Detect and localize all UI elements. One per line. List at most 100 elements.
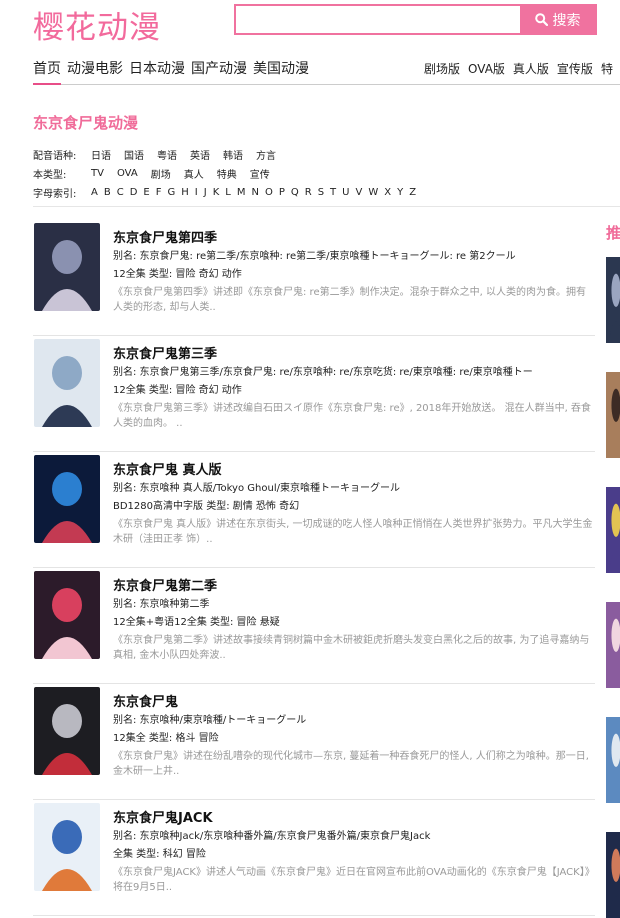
filter-option[interactable]: T [330,187,336,198]
anime-title-link[interactable]: 东京食尸鬼第二季 [113,575,217,594]
anime-description: 《东京食尸鬼第三季》讲述改编自石田スイ原作《东京食尸鬼: re》, 2018年开… [113,403,591,429]
nav-item[interactable]: 动漫电影 [67,58,123,85]
anime-cover-image[interactable] [34,571,100,659]
recommend-cover-image[interactable] [606,372,620,458]
filter-option[interactable]: H [181,187,189,198]
anime-description: 《东京食尸鬼 真人版》讲述在东京街头, 一切成谜的吃人怪人喰种正悄悄在人类世界扩… [113,519,593,545]
nav-sub-item[interactable]: OVA版 [468,60,505,77]
nav-main: 首页 动漫电影 日本动漫 国产动漫 美国动漫 [33,58,315,85]
sidebar-title-wrap: 推 [606,222,620,242]
filter-option[interactable]: R [305,187,312,198]
filter-option[interactable]: Q [291,187,299,198]
filter-option[interactable]: S [318,187,324,198]
filter-option[interactable]: F [156,187,162,198]
nav-sub-item[interactable]: 特 [601,60,613,77]
anime-item: 东京食尸鬼 真人版别名: 东京喰种 真人版/Tokyo Ghoul/東京喰種トー… [33,452,595,568]
filter-option[interactable]: N [251,187,258,198]
anime-description: 《东京食尸鬼第二季》讲述故事接续青铜树篇中金木研被鉅虎折磨头发变白黑化之后的故事… [113,635,590,661]
nav-item[interactable]: 日本动漫 [129,58,185,85]
filter-option[interactable]: M [237,187,246,198]
search-button[interactable]: 搜索 [520,6,595,33]
recommend-cover-image[interactable] [606,257,620,343]
nav-sub: 剧场版 OVA版 真人版 宣传版特 [424,60,620,77]
anime-description: 《东京食尸鬼》讲述在纷乱嘈杂的现代化城市—东京, 蔓延着一种吞食死尸的怪人, 人… [113,751,589,777]
anime-meta: 12集全 类型: 格斗 冒险 [113,733,219,744]
divider [33,206,620,207]
filter-option[interactable]: 剧场 [151,166,171,181]
main-nav: 首页 动漫电影 日本动漫 国产动漫 美国动漫 剧场版 OVA版 真人版 宣传版特 [33,58,620,85]
anime-title-link[interactable]: 东京食尸鬼JACK [113,807,213,826]
anime-item: 东京食尸鬼第四季 别名: 东京食尸鬼: re第二季/东京喰种: re第二季/東京喰… [33,220,595,336]
filter-option[interactable]: K [213,187,220,198]
anime-cover-image[interactable] [34,339,100,427]
filter-option[interactable]: 韩语 [223,147,243,162]
anime-title-link[interactable]: 东京食尸鬼 真人版 [113,459,222,478]
filter-option[interactable]: 方言 [256,147,276,162]
nav-sub-item[interactable]: 宣传版 [557,60,593,77]
filter-option[interactable]: Z [409,187,416,198]
anime-description: 《东京食尸鬼JACK》讲述人气动画《东京食尸鬼》近日在官网宣布此前OVA动画化的… [113,867,590,893]
filter-option[interactable]: U [342,187,349,198]
filter-option[interactable]: A [91,187,98,198]
anime-item: 东京食尸鬼别名: 东京喰种/東京喰種/トーキョーグール 12集全 类型: 格斗 冒… [33,684,595,800]
filter-panel: 配音语种: 日语 国语 粤语 英语 韩语 方言 本类型: TV OVA 剧场 真人 特典 宣传 字母索引: A… [33,145,422,202]
filter-option[interactable]: L [225,187,231,198]
recommend-cover-image[interactable] [606,487,620,573]
filter-row: 本类型: TV OVA 剧场 真人 特典 宣传 [33,164,422,183]
filter-option[interactable]: TV [91,168,104,179]
nav-sub-item[interactable]: 剧场版 [424,60,460,77]
anime-alias: 别名: 东京喰种第二季 [113,599,210,610]
filter-option[interactable]: X [384,187,391,198]
anime-alias: 别名: 东京喰种Jack/东京喰种番外篇/东京食尸鬼番外篇/東京食尸鬼Jack [113,831,431,842]
filter-option[interactable]: 宣传 [250,166,270,181]
anime-meta: 12全集+粤语12全集 类型: 冒险 悬疑 [113,617,280,628]
nav-item[interactable]: 美国动漫 [253,58,309,85]
anime-cover-image[interactable] [34,687,100,775]
filter-option[interactable]: Y [397,187,403,198]
filter-option[interactable]: 粤语 [157,147,177,162]
recommend-cover-image[interactable] [606,717,620,803]
anime-meta: 全集 类型: 科幻 冒险 [113,849,206,860]
recommend-cover-image[interactable] [606,602,620,688]
search-input[interactable] [236,6,520,33]
search-bar: 搜索 [234,4,597,35]
filter-option[interactable]: 真人 [184,166,204,181]
recommend-cover-image[interactable] [606,832,620,918]
anime-list: 东京食尸鬼第四季 别名: 东京食尸鬼: re第二季/东京喰种: re第二季/東京喰… [33,220,595,916]
filter-option[interactable]: J [204,187,207,198]
filter-option[interactable]: 日语 [91,147,111,162]
filter-option[interactable]: W [368,187,378,198]
filter-label: 配音语种: [33,151,77,162]
nav-item[interactable]: 国产动漫 [191,58,247,85]
nav-sub-item[interactable]: 真人版 [513,60,549,77]
filter-option[interactable]: V [355,187,362,198]
anime-alias: 别名: 东京喰种/東京喰種/トーキョーグール [113,715,307,726]
anime-cover-image[interactable] [34,803,100,891]
anime-meta: 12全集 类型: 冒险 奇幻 动作 [113,269,242,280]
anime-cover-image[interactable] [34,455,100,543]
filter-label: 本类型: [33,170,67,181]
search-icon [534,13,548,26]
site-logo[interactable]: 樱花动漫 [33,2,161,47]
filter-row: 字母索引: A B C D E F G H I J K L M N O P Q R S T U V W X Y Z [33,183,422,202]
anime-title-link[interactable]: 东京食尸鬼 [113,691,178,710]
filter-option[interactable]: OVA [117,168,138,179]
anime-cover-image[interactable] [34,223,100,311]
filter-option[interactable]: O [265,187,273,198]
anime-title-link[interactable]: 东京食尸鬼第三季 [113,343,217,362]
filter-option[interactable]: 国语 [124,147,144,162]
filter-option[interactable]: 特典 [217,166,237,181]
search-button-label: 搜索 [552,12,581,29]
nav-item[interactable]: 首页 [33,58,61,85]
anime-alias: 别名: 东京喰种 真人版/Tokyo Ghoul/東京喰種トーキョーグール [113,483,400,494]
filter-option[interactable]: G [168,187,176,198]
filter-option[interactable]: E [143,187,149,198]
filter-option[interactable]: D [130,187,138,198]
filter-option[interactable]: B [104,187,111,198]
filter-option[interactable]: I [195,187,198,198]
anime-alias: 别名: 东京食尸鬼第三季/东京食尸鬼: re/东京喰种: re/东京吃货: re… [113,367,533,378]
filter-option[interactable]: P [279,187,285,198]
filter-option[interactable]: C [117,187,124,198]
filter-option[interactable]: 英语 [190,147,210,162]
anime-title-link[interactable]: 东京食尸鬼第四季 [113,227,217,246]
